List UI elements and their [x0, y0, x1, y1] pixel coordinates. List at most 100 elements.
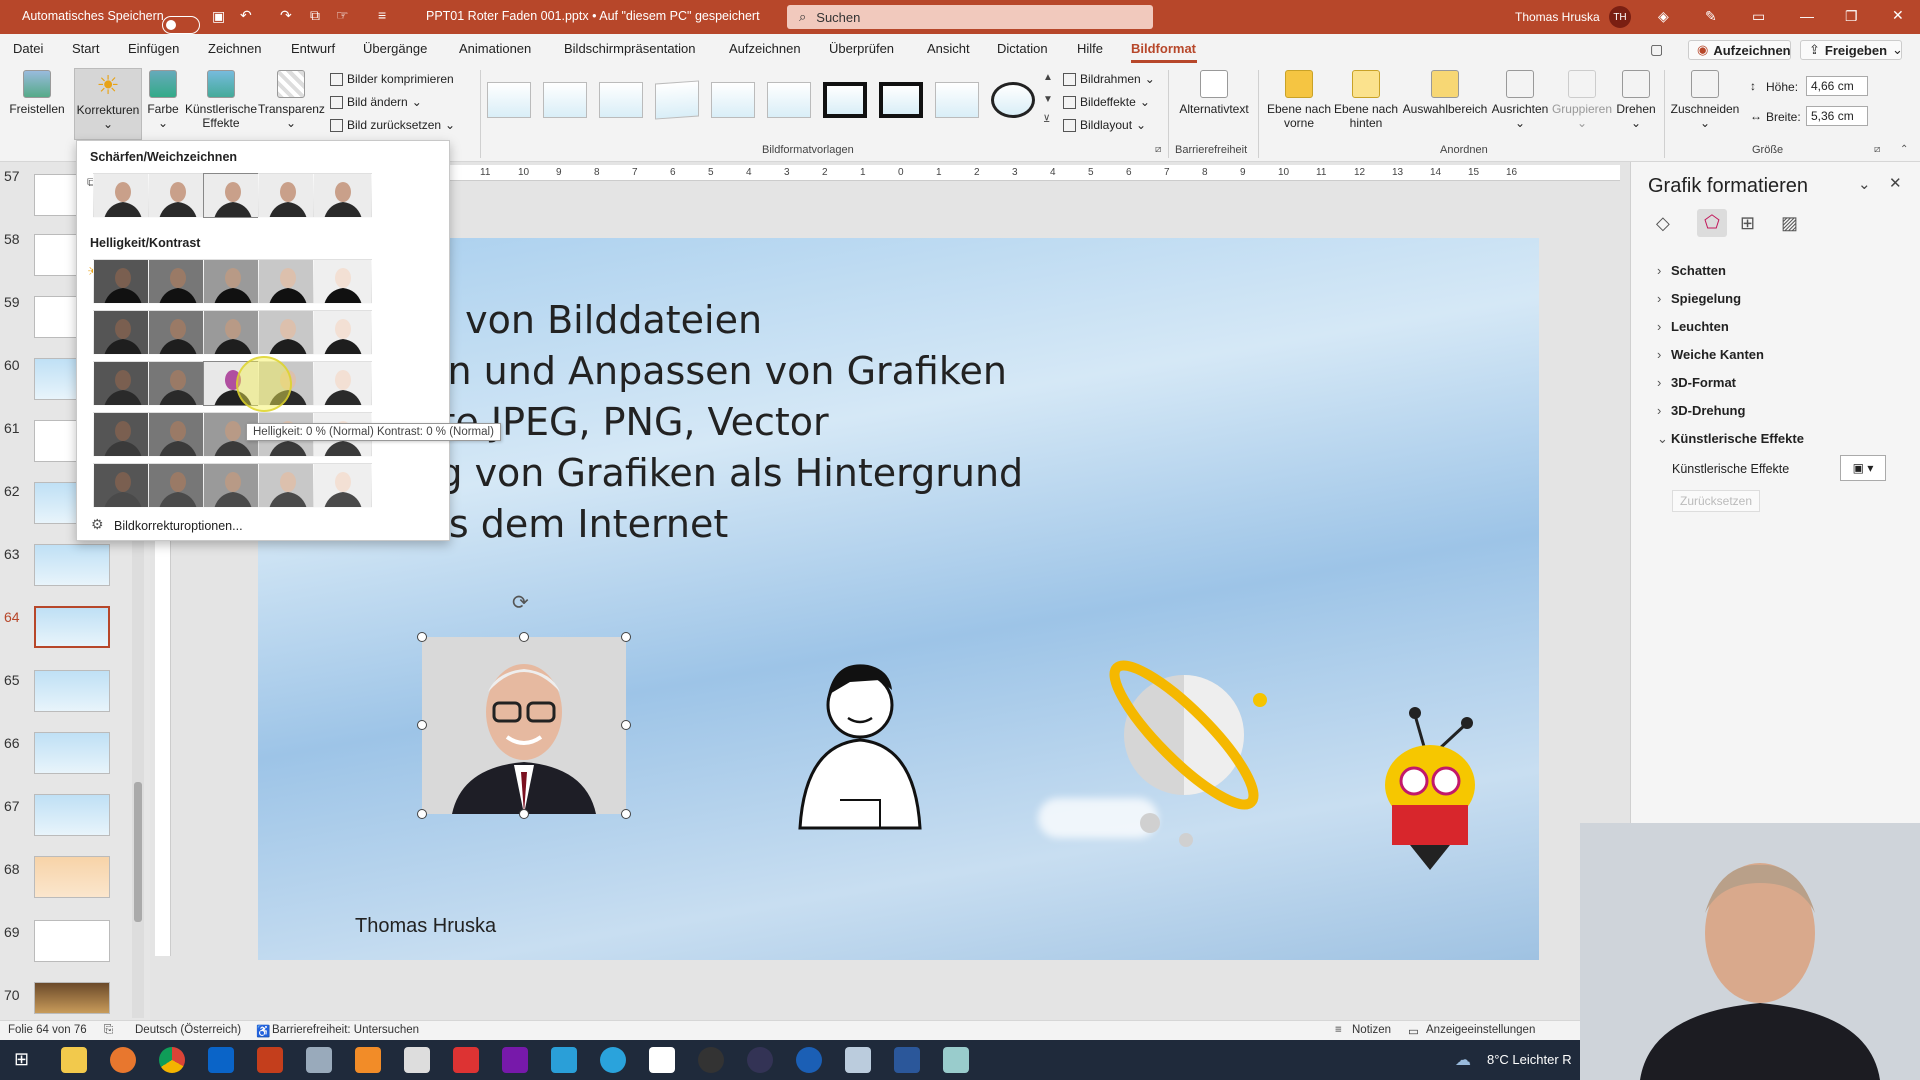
app-icon[interactable] — [551, 1047, 577, 1073]
alternativtext-button[interactable]: Alternativtext — [1175, 70, 1253, 116]
tab-uebergaenge[interactable]: Übergänge — [363, 41, 427, 56]
korrekturen-button[interactable]: ☀ Korrekturen ⌄ — [74, 68, 142, 140]
bildrahmen-button[interactable]: Bildrahmen ⌄ — [1063, 72, 1155, 86]
sharpen-preset[interactable] — [313, 173, 372, 218]
picture-style-7[interactable] — [823, 82, 867, 118]
section-spiegelung[interactable]: › Spiegelung — [1657, 291, 1741, 306]
picture-style-2[interactable] — [543, 82, 587, 118]
firefox-icon[interactable] — [110, 1047, 136, 1073]
dialog-launcher-icon[interactable]: ⧄ — [1155, 144, 1161, 155]
scrollbar-thumb[interactable] — [134, 782, 142, 922]
section-3d-drehung[interactable]: › 3D-Drehung — [1657, 403, 1745, 418]
slide-thumbnail[interactable] — [34, 794, 110, 836]
kuenstlerische-effekte-button[interactable]: Künstlerische Effekte — [184, 70, 258, 130]
tab-animationen[interactable]: Animationen — [459, 41, 531, 56]
slide-thumbnail[interactable] — [34, 732, 110, 774]
collapse-ribbon-icon[interactable]: ⌃ — [1900, 144, 1908, 155]
slide-thumbnail[interactable] — [34, 982, 110, 1014]
undo-icon[interactable]: ↶ — [240, 7, 252, 24]
planet-illustration[interactable] — [1100, 655, 1270, 855]
tab-bildformat[interactable]: Bildformat — [1131, 41, 1196, 56]
ebene-nach-hinten-button[interactable]: Ebene nach hinten — [1333, 70, 1399, 130]
ausrichten-button[interactable]: Ausrichten ⌄ — [1490, 70, 1550, 130]
bee-illustration[interactable] — [1370, 705, 1490, 875]
brightness-contrast-preset[interactable] — [313, 361, 372, 406]
touch-mode-icon[interactable]: ☞ — [336, 7, 349, 24]
app-icon[interactable] — [845, 1047, 871, 1073]
slide-thumbnail[interactable] — [34, 544, 110, 586]
gallery-scroll-up-icon[interactable]: ▲ — [1043, 72, 1053, 83]
present-icon[interactable]: ⧉ — [310, 7, 320, 24]
sharpen-preset[interactable] — [93, 173, 152, 218]
brightness-contrast-preset[interactable] — [93, 463, 152, 508]
brightness-contrast-preset[interactable] — [258, 463, 317, 508]
tab-bildschirmpraesentation[interactable]: Bildschirmpräsentation — [564, 41, 696, 56]
picture-style-9[interactable] — [935, 82, 979, 118]
bild-aendern-button[interactable]: Bild ändern ⌄ — [330, 95, 422, 109]
minimize-icon[interactable]: — — [1800, 8, 1814, 24]
picture-style-5[interactable] — [711, 82, 755, 118]
slide-thumbnail[interactable] — [34, 670, 110, 712]
tab-datei[interactable]: Datei — [13, 41, 43, 56]
author-text[interactable]: Thomas Hruska — [355, 915, 496, 938]
tab-zeichnen[interactable]: Zeichnen — [208, 41, 261, 56]
app-icon[interactable] — [404, 1047, 430, 1073]
drehen-button[interactable]: Drehen ⌄ — [1614, 70, 1658, 130]
redo-icon[interactable]: ↷ — [280, 7, 292, 24]
section-weiche-kanten[interactable]: › Weiche Kanten — [1657, 347, 1764, 362]
reset-button[interactable]: Zurücksetzen — [1672, 490, 1760, 512]
transparenz-button[interactable]: Transparenz ⌄ — [258, 70, 325, 130]
picture-style-3[interactable] — [599, 82, 643, 118]
app-icon[interactable] — [796, 1047, 822, 1073]
picture-style-10[interactable] — [991, 82, 1035, 118]
app-icon[interactable] — [747, 1047, 773, 1073]
resize-handle[interactable] — [417, 632, 427, 642]
avatar[interactable]: TH — [1609, 6, 1631, 28]
gruppieren-button[interactable]: Gruppieren ⌄ — [1550, 70, 1614, 130]
weather-text[interactable]: 8°C Leichter R — [1487, 1052, 1572, 1067]
brightness-contrast-preset[interactable] — [93, 361, 152, 406]
close-pane-icon[interactable]: ✕ — [1889, 174, 1902, 192]
resize-handle[interactable] — [417, 720, 427, 730]
tab-einfuegen[interactable]: Einfügen — [128, 41, 179, 56]
picture-style-6[interactable] — [767, 82, 811, 118]
tab-dictation[interactable]: Dictation — [997, 41, 1048, 56]
tab-start[interactable]: Start — [72, 41, 99, 56]
brightness-contrast-preset[interactable] — [148, 361, 207, 406]
width-input[interactable]: 5,36 cm — [1806, 106, 1868, 126]
close-icon[interactable]: ✕ — [1892, 7, 1904, 24]
slide[interactable] — [258, 238, 1539, 960]
language[interactable]: Deutsch (Österreich) — [135, 1024, 241, 1036]
picture-style-4[interactable] — [655, 80, 699, 120]
resize-handle[interactable] — [519, 809, 529, 819]
auswahlbereich-button[interactable]: Auswahlbereich — [1401, 70, 1489, 116]
record-button[interactable]: ◉ Aufzeichnen — [1688, 40, 1791, 60]
brightness-contrast-preset[interactable] — [258, 259, 317, 304]
user-name[interactable]: Thomas Hruska — [1515, 10, 1600, 24]
picture-style-1[interactable] — [487, 82, 531, 118]
tab-aufzeichnen[interactable]: Aufzeichnen — [729, 41, 801, 56]
gallery-more-icon[interactable]: ⊻ — [1043, 114, 1050, 125]
telegram-icon[interactable] — [600, 1047, 626, 1073]
section-schatten[interactable]: › Schatten — [1657, 263, 1726, 278]
resize-handle[interactable] — [417, 809, 427, 819]
search-box[interactable]: ⌕ Suchen — [787, 5, 1153, 29]
size-properties-tab-icon[interactable]: ⊞ — [1740, 213, 1755, 234]
resize-handle[interactable] — [519, 632, 529, 642]
diamond-icon[interactable]: ◈ — [1658, 8, 1669, 25]
save-icon[interactable]: ▣ — [212, 8, 225, 25]
sharpen-preset[interactable] — [203, 173, 262, 218]
pane-options-chevron-icon[interactable]: ⌄ — [1858, 175, 1871, 193]
brightness-contrast-preset[interactable] — [148, 259, 207, 304]
section-kuenstlerische-effekte[interactable]: ⌄ Künstlerische Effekte — [1657, 431, 1804, 447]
brightness-contrast-preset[interactable] — [313, 259, 372, 304]
word-icon[interactable] — [894, 1047, 920, 1073]
document-title[interactable]: PPT01 Roter Faden 001.pptx • Auf "diesem… — [426, 9, 760, 23]
file-explorer-icon[interactable] — [61, 1047, 87, 1073]
comments-icon[interactable]: ▢ — [1650, 41, 1663, 58]
bildlayout-button[interactable]: Bildlayout ⌄ — [1063, 118, 1146, 132]
slide-thumbnail[interactable] — [34, 920, 110, 962]
ribbon-display-icon[interactable]: ▭ — [1752, 8, 1765, 25]
sharpen-preset[interactable] — [258, 173, 317, 218]
portrait-photo[interactable] — [422, 637, 626, 814]
